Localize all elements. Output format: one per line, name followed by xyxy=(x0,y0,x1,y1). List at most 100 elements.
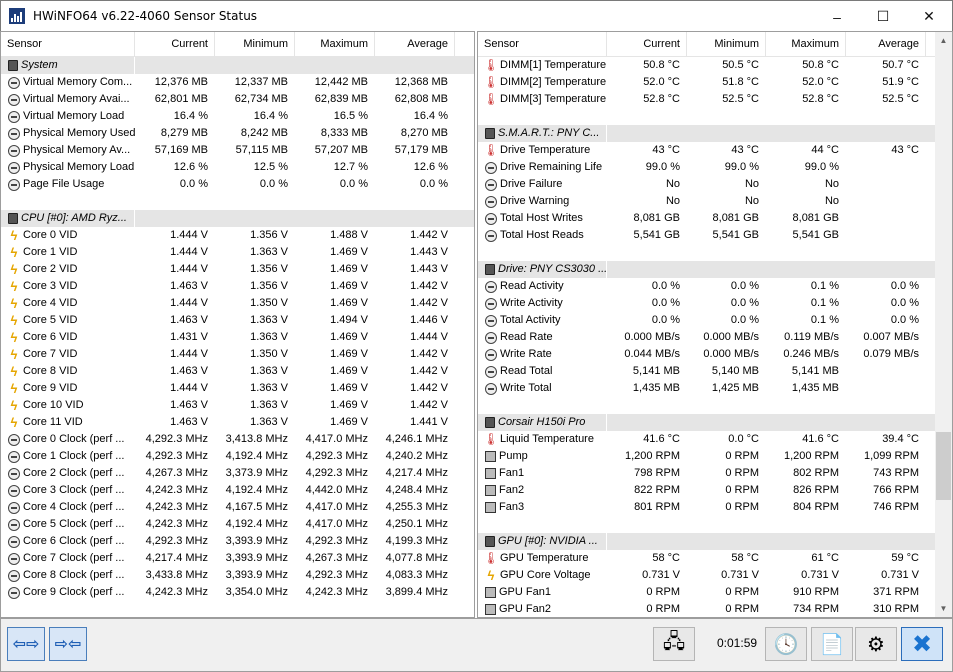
minimum-value: 1.356 V xyxy=(250,263,288,275)
nav-expand-button[interactable]: ⇦⇨ xyxy=(7,627,45,661)
sensor-row[interactable]: ϟ Core 10 VID 1.463 V 1.363 V 1.469 V 1.442 V xyxy=(1,397,474,414)
sensor-row[interactable]: Read Total 5,141 MB 5,140 MB 5,141 MB xyxy=(478,363,952,380)
vertical-scrollbar[interactable]: ▲ ▼ xyxy=(935,32,952,617)
sensor-row[interactable]: Write Total 1,435 MB 1,425 MB 1,435 MB xyxy=(478,380,952,397)
scroll-thumb[interactable] xyxy=(936,432,951,500)
col-average[interactable]: Average xyxy=(846,32,926,57)
sensor-label: DIMM[1] Temperature xyxy=(500,59,607,71)
maximize-button[interactable]: ☐ xyxy=(860,1,906,32)
sensor-row[interactable]: Core 6 Clock (perf ... 4,292.3 MHz 3,393.9… xyxy=(1,533,474,550)
sensor-label: Fan3 xyxy=(499,501,525,513)
sensor-row[interactable]: 🌡 DIMM[1] Temperature 50.8 °C 50.5 °C 50.8 °… xyxy=(478,57,952,74)
sensor-row[interactable]: ϟ Core 9 VID 1.444 V 1.363 V 1.469 V 1.442 V xyxy=(1,380,474,397)
col-sensor[interactable]: Sensor xyxy=(478,32,607,57)
col-sensor[interactable]: Sensor xyxy=(1,32,135,57)
thermometer-icon: 🌡 xyxy=(483,143,499,157)
sensor-row[interactable]: Core 4 Clock (perf ... 4,242.3 MHz 4,167.5… xyxy=(1,499,474,516)
sensor-row[interactable]: 🌡 DIMM[3] Temperature 52.8 °C 52.5 °C 52.8 °… xyxy=(478,91,952,108)
sensor-row[interactable]: Core 8 Clock (perf ... 3,433.8 MHz 3,393.9… xyxy=(1,567,474,584)
sensor-row[interactable]: Page File Usage 0.0 % 0.0 % 0.0 % 0.0 % xyxy=(1,176,474,193)
sensor-row[interactable]: Drive Failure No No No xyxy=(478,176,952,193)
col-average[interactable]: Average xyxy=(375,32,455,57)
col-maximum[interactable]: Maximum xyxy=(295,32,375,57)
col-minimum[interactable]: Minimum xyxy=(215,32,295,57)
sensor-row[interactable]: 🌡 Liquid Temperature 41.6 °C 0.0 °C 41.6 °C 3… xyxy=(478,431,952,448)
sensor-row[interactable]: Drive Remaining Life 99.0 % 99.0 % 99.0 % xyxy=(478,159,952,176)
sensor-group-row[interactable]: Drive: PNY CS3030 ... xyxy=(478,261,952,278)
sensor-row[interactable]: Core 1 Clock (perf ... 4,292.3 MHz 4,192.4… xyxy=(1,448,474,465)
sensor-row[interactable]: Core 2 Clock (perf ... 4,267.3 MHz 3,373.9… xyxy=(1,465,474,482)
minimize-button[interactable]: – xyxy=(814,1,860,32)
sensor-row[interactable]: Read Activity 0.0 % 0.0 % 0.1 % 0.0 % xyxy=(478,278,952,295)
sensor-row[interactable]: ϟ Core 4 VID 1.444 V 1.350 V 1.469 V 1.442 V xyxy=(1,295,474,312)
close-sensors-button[interactable]: ✖ xyxy=(901,627,943,661)
sensor-row[interactable]: Virtual Memory Avai... 62,801 MB 62,734 MB… xyxy=(1,91,474,108)
sensor-row[interactable]: ϟ GPU Core Voltage 0.731 V 0.731 V 0.731 V 0.… xyxy=(478,567,952,584)
sensor-row[interactable]: Physical Memory Av... 57,169 MB 57,115 MB 5… xyxy=(1,142,474,159)
sensor-row[interactable]: Core 5 Clock (perf ... 4,242.3 MHz 4,192.4… xyxy=(1,516,474,533)
sensor-row[interactable]: Read Rate 0.000 MB/s 0.000 MB/s 0.119 MB/s 0… xyxy=(478,329,952,346)
col-current[interactable]: Current xyxy=(135,32,215,57)
sensor-row[interactable]: Core 7 Clock (perf ... 4,217.4 MHz 3,393.9… xyxy=(1,550,474,567)
sensor-row[interactable]: Core 3 Clock (perf ... 4,242.3 MHz 4,192.4… xyxy=(1,482,474,499)
sensor-row[interactable]: 🌡 DIMM[2] Temperature 52.0 °C 51.8 °C 52.0 °… xyxy=(478,74,952,91)
sensor-row[interactable]: Total Host Reads 5,541 GB 5,541 GB 5,541 GB xyxy=(478,227,952,244)
sensor-row[interactable]: ϟ Core 2 VID 1.444 V 1.356 V 1.469 V 1.443 V xyxy=(1,261,474,278)
current-value: 8,279 MB xyxy=(160,127,208,139)
sensor-row[interactable]: Physical Memory Load 12.6 % 12.5 % 12.7 % 12… xyxy=(1,159,474,176)
sensor-row[interactable]: Core 0 Clock (perf ... 4,292.3 MHz 3,413.8… xyxy=(1,431,474,448)
thermometer-icon: 🌡 xyxy=(483,92,499,106)
sensor-panel-left[interactable]: Sensor Current Minimum Maximum Average S… xyxy=(0,31,475,618)
sensor-row[interactable]: Total Host Writes 8,081 GB 8,081 GB 8,081 G… xyxy=(478,210,952,227)
average-value: 4,199.3 MHz xyxy=(385,535,448,547)
network-button[interactable]: 🖧 xyxy=(653,627,695,661)
sensor-row[interactable]: Drive Warning No No No xyxy=(478,193,952,210)
col-maximum[interactable]: Maximum xyxy=(766,32,846,57)
sensor-row[interactable]: Virtual Memory Load 16.4 % 16.4 % 16.5 % 16.… xyxy=(1,108,474,125)
sensor-group-row[interactable]: Corsair H150i Pro xyxy=(478,414,952,431)
settings-button[interactable]: ⚙ xyxy=(855,627,897,661)
sensor-row[interactable]: GPU Fan2 0 RPM 0 RPM 734 RPM 310 RPM xyxy=(478,601,952,617)
sensor-group-row[interactable]: System xyxy=(1,57,474,74)
nav-collapse-button[interactable]: ⇨⇦ xyxy=(49,627,87,661)
sensor-row[interactable]: Write Rate 0.044 MB/s 0.000 MB/s 0.246 MB/s… xyxy=(478,346,952,363)
col-current[interactable]: Current xyxy=(607,32,687,57)
fan-icon xyxy=(485,502,496,513)
average-value: 4,077.8 MHz xyxy=(385,552,448,564)
sensor-row[interactable]: Virtual Memory Com... 12,376 MB 12,337 MB 1… xyxy=(1,74,474,91)
sensor-row[interactable]: ϟ Core 0 VID 1.444 V 1.356 V 1.488 V 1.442 V xyxy=(1,227,474,244)
scroll-up-arrow[interactable]: ▲ xyxy=(935,32,952,49)
add-report-button[interactable]: 📄 xyxy=(811,627,853,661)
sensor-panel-right[interactable]: Sensor Current Minimum Maximum Average 🌡… xyxy=(477,31,953,618)
maximum-value: 0.1 % xyxy=(810,280,839,292)
sensor-row[interactable]: Total Activity 0.0 % 0.0 % 0.1 % 0.0 % xyxy=(478,312,952,329)
sensor-row[interactable]: Fan2 822 RPM 0 RPM 826 RPM 766 RPM xyxy=(478,482,952,499)
sensor-row[interactable]: Core 9 Clock (perf ... 4,242.3 MHz 3,354.0… xyxy=(1,584,474,601)
sensor-row[interactable]: 🌡 Drive Temperature 43 °C 43 °C 44 °C 43 °C xyxy=(478,142,952,159)
current-value: 50.8 °C xyxy=(643,59,680,71)
col-minimum[interactable]: Minimum xyxy=(687,32,766,57)
sensor-group-row[interactable]: S.M.A.R.T.: PNY C... xyxy=(478,125,952,142)
clock-reset-button[interactable]: 🕓 xyxy=(765,627,807,661)
sensor-row[interactable]: ϟ Core 5 VID 1.463 V 1.363 V 1.494 V 1.446 V xyxy=(1,312,474,329)
sensor-row[interactable]: ϟ Core 8 VID 1.463 V 1.363 V 1.469 V 1.442 V xyxy=(1,363,474,380)
sensor-row[interactable]: 🌡 GPU Temperature 58 °C 58 °C 61 °C 59 °C xyxy=(478,550,952,567)
sensor-row[interactable]: ϟ Core 6 VID 1.431 V 1.363 V 1.469 V 1.444 V xyxy=(1,329,474,346)
volt-icon: ϟ xyxy=(10,330,18,345)
sensor-row[interactable]: ϟ Core 11 VID 1.463 V 1.363 V 1.469 V 1.441 V xyxy=(1,414,474,431)
maximum-value: 1.469 V xyxy=(330,331,368,343)
sensor-row[interactable]: ϟ Core 3 VID 1.463 V 1.356 V 1.469 V 1.442 V xyxy=(1,278,474,295)
sensor-row[interactable]: ϟ Core 1 VID 1.444 V 1.363 V 1.469 V 1.443 V xyxy=(1,244,474,261)
sensor-row[interactable]: Pump 1,200 RPM 0 RPM 1,200 RPM 1,099 RPM xyxy=(478,448,952,465)
scroll-down-arrow[interactable]: ▼ xyxy=(935,600,952,617)
sensor-row[interactable]: ϟ Core 7 VID 1.444 V 1.350 V 1.469 V 1.442 V xyxy=(1,346,474,363)
minimum-value: 0 RPM xyxy=(725,501,759,513)
sensor-row[interactable]: Fan3 801 RPM 0 RPM 804 RPM 746 RPM xyxy=(478,499,952,516)
sensor-row[interactable]: Fan1 798 RPM 0 RPM 802 RPM 743 RPM xyxy=(478,465,952,482)
close-window-button[interactable]: ✕ xyxy=(906,1,952,32)
sensor-group-row[interactable]: CPU [#0]: AMD Ryz... xyxy=(1,210,474,227)
sensor-row[interactable]: GPU Fan1 0 RPM 0 RPM 910 RPM 371 RPM xyxy=(478,584,952,601)
sensor-row[interactable]: Physical Memory Used 8,279 MB 8,242 MB 8,33… xyxy=(1,125,474,142)
sensor-row[interactable]: Write Activity 0.0 % 0.0 % 0.1 % 0.0 % xyxy=(478,295,952,312)
sensor-group-row[interactable]: GPU [#0]: NVIDIA ... xyxy=(478,533,952,550)
